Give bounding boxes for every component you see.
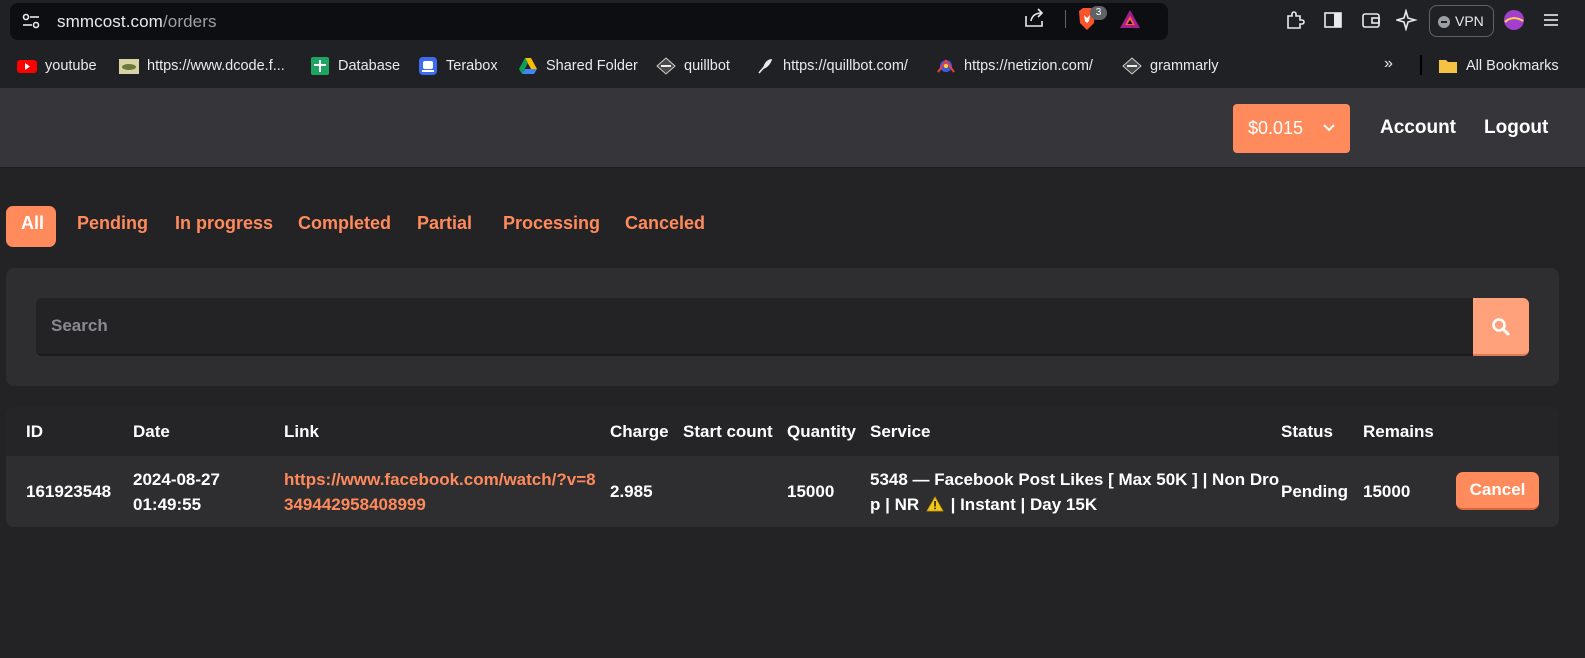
leo-ai-icon[interactable] [1396, 9, 1418, 31]
sheets-icon [311, 57, 329, 75]
service-text: p | NR [870, 495, 920, 514]
warning-icon [926, 496, 944, 512]
profile-avatar-icon[interactable] [1503, 9, 1525, 31]
bookmark-label: Database [338, 58, 401, 74]
chevron-down-icon [1323, 124, 1335, 132]
balance-dropdown[interactable]: $0.015 [1233, 104, 1350, 153]
account-link[interactable]: Account [1380, 117, 1456, 139]
search-button[interactable] [1473, 298, 1529, 356]
order-service-line1: 5348 — Facebook Post Likes [ Max 50K ] |… [870, 470, 1280, 489]
column-header-link: Link [284, 422, 319, 441]
brave-rewards-icon[interactable] [1119, 8, 1141, 30]
orders-table: ID Date Link Charge Start count Quantity… [6, 407, 1559, 527]
table-header: ID Date Link Charge Start count Quantity… [6, 407, 1559, 456]
netizion-favicon [937, 59, 955, 73]
google-drive-icon [519, 58, 537, 74]
bookmark-dcode[interactable]: https://www.dcode.f... [119, 55, 285, 77]
vpn-status-icon [1438, 16, 1450, 28]
service-text: | Instant | Day 15K [950, 495, 1098, 514]
order-remains: 15000 [1363, 482, 1411, 501]
bookmark-label: Terabox [446, 58, 498, 74]
order-link-line1: https://www.facebook.com/watch/?v=8 [284, 470, 596, 489]
tab-pending[interactable]: Pending [77, 213, 148, 234]
vpn-button[interactable]: VPN [1429, 5, 1494, 37]
column-header-quantity: Quantity [787, 422, 856, 441]
extensions-icon[interactable] [1284, 9, 1306, 31]
tab-all[interactable]: All [6, 206, 56, 247]
url-path: /orders [162, 12, 217, 31]
bookmark-youtube[interactable]: youtube [17, 55, 97, 77]
order-quantity: 15000 [787, 482, 835, 501]
share-icon[interactable] [1023, 7, 1045, 29]
browser-toolbar: smmcost.com/orders 3 VPN [0, 0, 1585, 44]
bookmark-netizion[interactable]: https://netizion.com/ [936, 55, 1093, 77]
order-date-day: 2024-08-27 [133, 470, 220, 489]
column-header-id: ID [26, 422, 43, 441]
tab-in-progress[interactable]: In progress [175, 213, 273, 234]
tab-completed[interactable]: Completed [298, 213, 391, 234]
column-header-service: Service [870, 422, 931, 441]
url-domain: smmcost.com [57, 12, 163, 31]
site-settings-icon[interactable] [22, 13, 40, 29]
bookmark-label: https://www.dcode.f... [147, 58, 285, 74]
column-header-charge: Charge [610, 422, 669, 441]
order-status: Pending [1281, 482, 1349, 501]
bookmark-shared-folder[interactable]: Shared Folder [518, 55, 638, 77]
youtube-icon [17, 60, 37, 73]
folder-icon [1439, 60, 1457, 73]
sidebar-icon[interactable] [1322, 9, 1344, 31]
order-service-line2: p | NR | Instant | Day 15K [870, 492, 1280, 517]
bookmark-database[interactable]: Database [310, 55, 400, 77]
cancel-order-button[interactable]: Cancel [1456, 472, 1539, 510]
search-input[interactable] [36, 298, 1474, 356]
order-charge: 2.985 [610, 482, 653, 501]
bookmarks-bar: youtube https://www.dcode.f... Database … [0, 44, 1585, 88]
bookmarks-divider [1420, 55, 1422, 75]
grammarly-favicon [1122, 57, 1142, 75]
column-header-date: Date [133, 422, 170, 441]
bookmark-label: grammarly [1150, 58, 1219, 74]
menu-icon[interactable] [1540, 9, 1562, 31]
url-text[interactable]: smmcost.com/orders [57, 12, 217, 32]
all-bookmarks[interactable]: All Bookmarks [1438, 55, 1559, 77]
wallet-icon[interactable] [1360, 9, 1382, 31]
search-icon [1492, 318, 1510, 336]
brave-shields-count: 3 [1090, 6, 1107, 20]
bookmark-quillbot-com[interactable]: https://quillbot.com/ [755, 55, 908, 77]
order-service: 5348 — Facebook Post Likes [ Max 50K ] |… [870, 467, 1280, 517]
column-header-status: Status [1281, 422, 1333, 441]
tab-partial[interactable]: Partial [417, 213, 472, 234]
all-bookmarks-label: All Bookmarks [1466, 58, 1559, 74]
bookmark-label: quillbot [684, 58, 730, 74]
bookmark-quillbot[interactable]: quillbot [656, 55, 730, 77]
order-link-line2: 349442958408999 [284, 495, 426, 514]
bookmark-terabox[interactable]: Terabox [418, 55, 498, 77]
quillbot-favicon [656, 57, 676, 75]
column-header-start-count: Start count [683, 422, 773, 441]
order-date-time: 01:49:55 [133, 495, 202, 514]
terabox-icon [419, 57, 437, 75]
order-link[interactable]: https://www.facebook.com/watch/?v=8 3494… [284, 467, 596, 517]
order-id: 161923548 [26, 482, 112, 501]
bookmark-label: youtube [45, 58, 97, 74]
address-bar[interactable]: smmcost.com/orders [10, 3, 1168, 40]
table-row: 161923548 2024-08-27 01:49:55 https://ww… [6, 456, 1559, 527]
logout-link[interactable]: Logout [1484, 117, 1548, 139]
bookmark-label: https://netizion.com/ [964, 58, 1093, 74]
tab-processing[interactable]: Processing [503, 213, 600, 234]
feather-icon [758, 59, 772, 74]
more-bookmarks-chevron-icon[interactable]: » [1384, 55, 1393, 73]
tab-canceled[interactable]: Canceled [625, 213, 705, 234]
bookmark-grammarly[interactable]: grammarly [1122, 55, 1218, 77]
dcode-favicon [119, 59, 139, 74]
bookmark-label: Shared Folder [546, 58, 638, 74]
tab-label: All [21, 213, 45, 233]
vpn-label: VPN [1455, 13, 1484, 29]
toolbar-divider [1065, 10, 1066, 28]
balance-value: $0.015 [1248, 118, 1304, 138]
order-date: 2024-08-27 01:49:55 [133, 467, 220, 517]
column-header-remains: Remains [1363, 422, 1434, 441]
bookmark-label: https://quillbot.com/ [783, 58, 908, 74]
